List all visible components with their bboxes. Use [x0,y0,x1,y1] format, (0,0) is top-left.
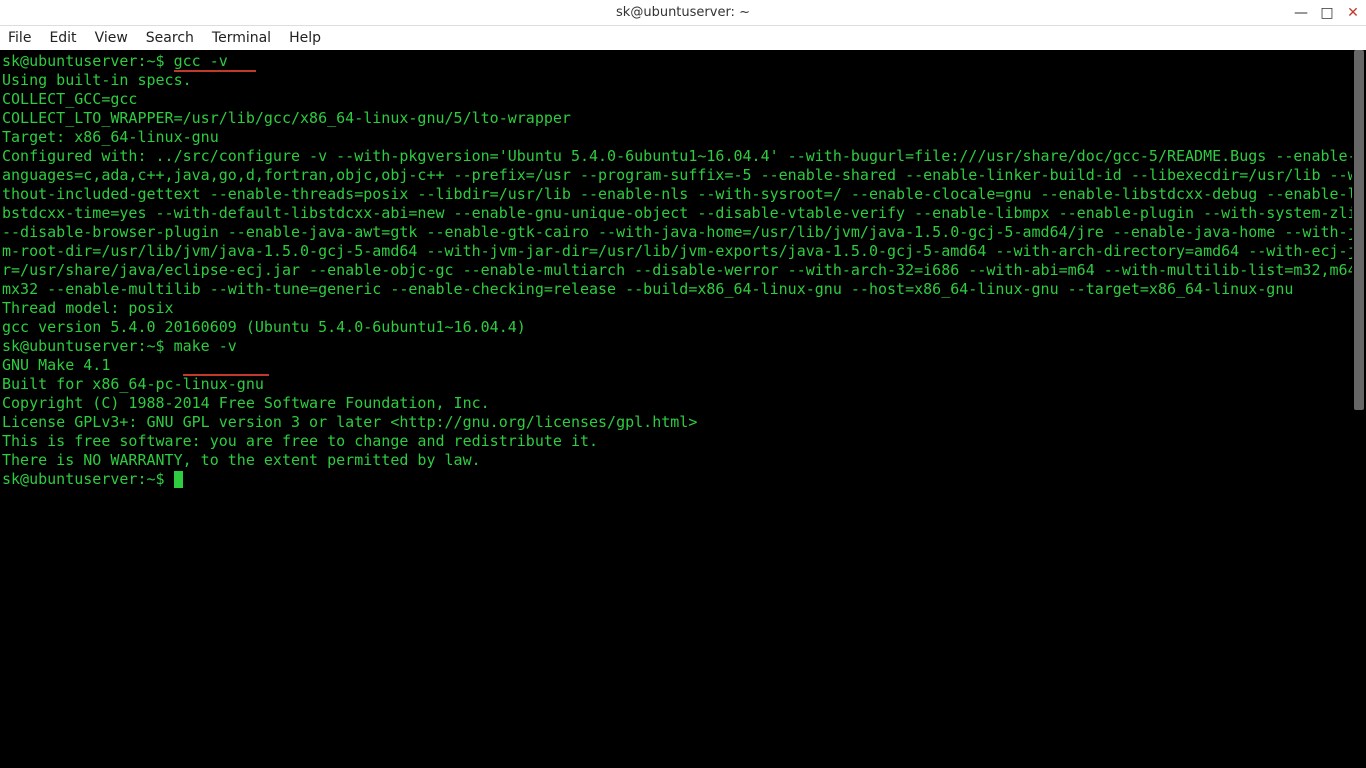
menu-help[interactable]: Help [289,30,321,46]
menu-search[interactable]: Search [146,30,194,46]
menu-terminal[interactable]: Terminal [212,30,271,46]
terminal-output-line: License GPLv3+: GNU GPL version 3 or lat… [2,413,697,431]
prompt-user: sk@ubuntuserver [2,337,137,355]
terminal-output-line: COLLECT_GCC=gcc [2,90,137,108]
terminal-output-line: Thread model: posix [2,299,174,317]
menubar: File Edit View Search Terminal Help [0,26,1366,50]
terminal-output-line: GNU Make 4.1 [2,356,110,374]
terminal-output-line: Target: x86_64-linux-gnu [2,128,219,146]
prompt-user: sk@ubuntuserver [2,52,137,70]
window-controls: — □ ✕ [1294,0,1360,26]
scrollbar-thumb[interactable] [1354,50,1364,410]
terminal-scrollbar[interactable] [1352,50,1366,768]
annotation-underline [174,70,256,72]
terminal-output-line: Built for x86_64-pc-linux-gnu [2,375,264,393]
menu-view[interactable]: View [95,30,128,46]
terminal-output-line: Copyright (C) 1988-2014 Free Software Fo… [2,394,490,412]
annotation-underline [183,374,269,376]
command-make: make -v [174,337,237,355]
window-titlebar: sk@ubuntuserver: ~ — □ ✕ [0,0,1366,26]
terminal-viewport[interactable]: sk@ubuntuserver:~$ gcc -v Using built-in… [0,50,1366,768]
terminal-output-line: This is free software: you are free to c… [2,432,598,450]
maximize-button[interactable]: □ [1320,6,1334,20]
prompt-user: sk@ubuntuserver [2,470,137,488]
minimize-button[interactable]: — [1294,6,1308,20]
menu-edit[interactable]: Edit [49,30,76,46]
window-title: sk@ubuntuserver: ~ [616,5,750,20]
prompt-path: ~ [147,52,156,70]
prompt-path: ~ [147,337,156,355]
prompt-path: ~ [147,470,156,488]
terminal-output-line: gcc version 5.4.0 20160609 (Ubuntu 5.4.0… [2,318,526,336]
terminal-output-line: Using built-in specs. [2,71,192,89]
command-gcc: gcc -v [174,52,228,70]
menu-file[interactable]: File [8,30,31,46]
terminal-output-line: COLLECT_LTO_WRAPPER=/usr/lib/gcc/x86_64-… [2,109,571,127]
close-button[interactable]: ✕ [1346,6,1360,20]
terminal-output-line: Configured with: ../src/configure -v --w… [2,147,1366,298]
terminal-output-line: There is NO WARRANTY, to the extent perm… [2,451,481,469]
terminal-cursor [174,471,183,488]
